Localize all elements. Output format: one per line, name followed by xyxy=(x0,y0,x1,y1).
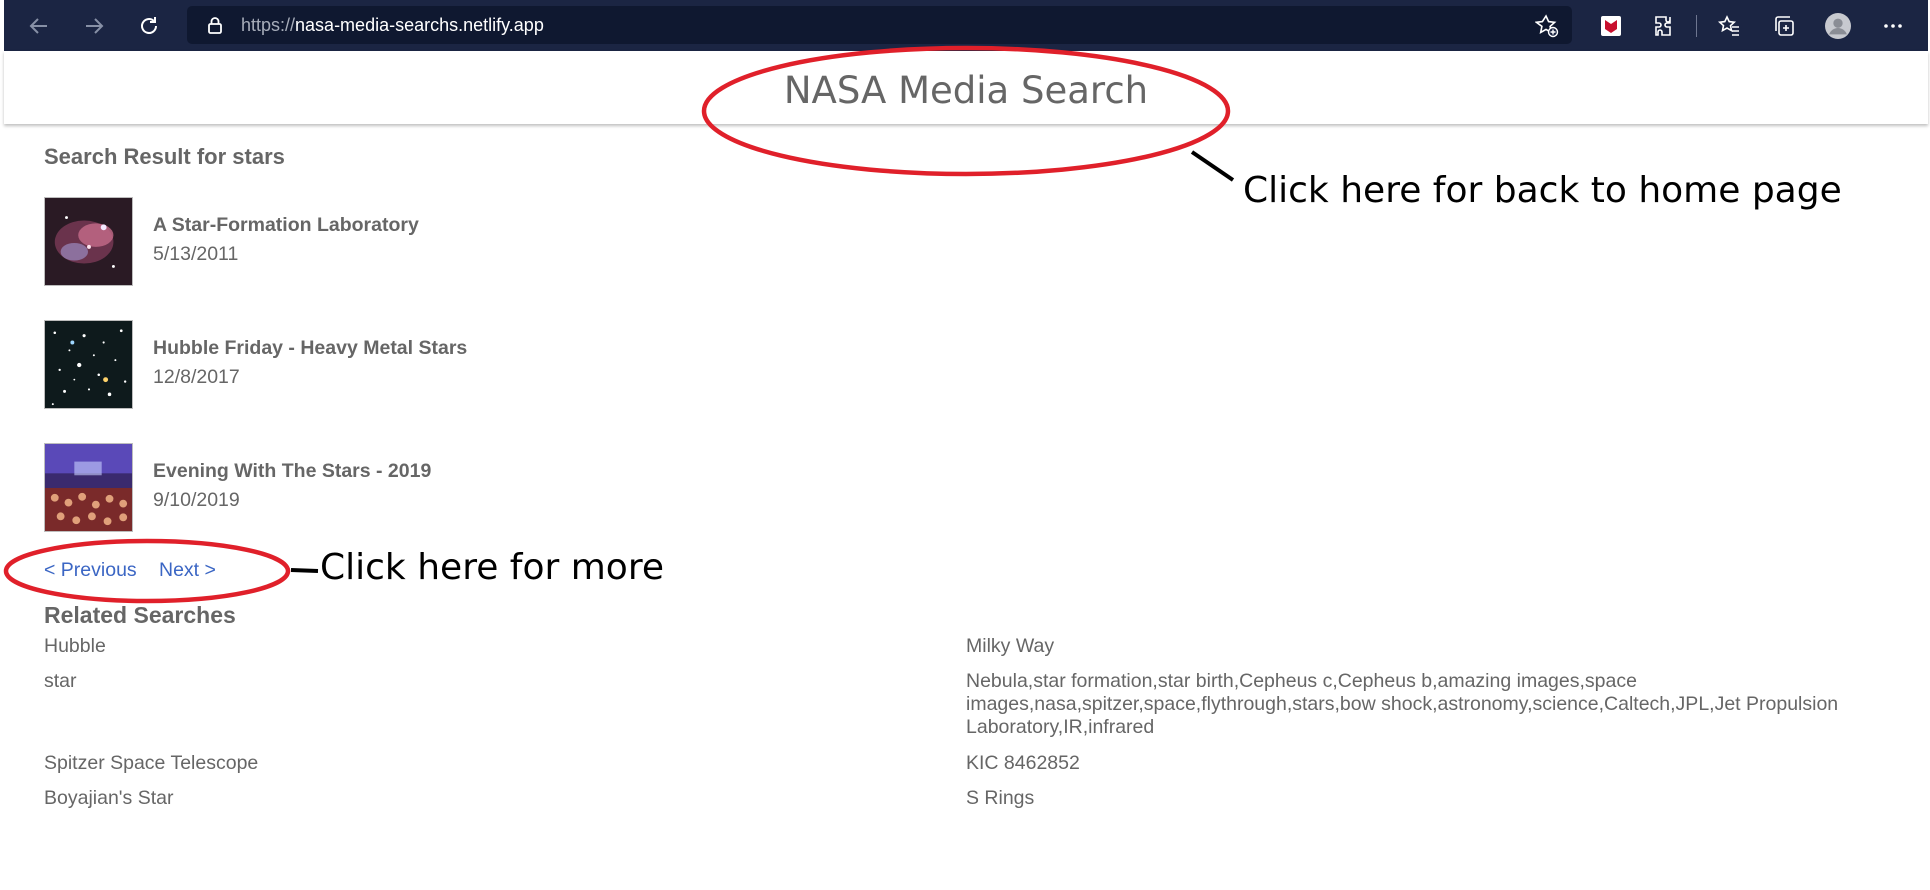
search-result-heading: Search Result for stars xyxy=(44,144,285,169)
extensions-icon[interactable] xyxy=(1652,13,1678,39)
related-search-link[interactable]: Spitzer Space Telescope xyxy=(44,752,258,775)
next-page-link[interactable]: Next > xyxy=(159,559,216,582)
related-search-link[interactable]: S Rings xyxy=(966,787,1034,810)
result-title[interactable]: Evening With The Stars - 2019 xyxy=(153,460,431,483)
related-search-link[interactable]: Hubble xyxy=(44,635,106,658)
result-date: 5/13/2011 xyxy=(153,243,239,265)
browser-toolbar: https://nasa-media-searchs.netlify.app xyxy=(4,0,1928,51)
collections-icon[interactable] xyxy=(1771,13,1797,39)
result-title[interactable]: Hubble Friday - Heavy Metal Stars xyxy=(153,337,467,360)
result-thumbnail[interactable] xyxy=(44,197,133,286)
address-bar[interactable]: https://nasa-media-searchs.netlify.app xyxy=(187,6,1572,44)
result-item[interactable]: Evening With The Stars - 2019 9/10/2019 xyxy=(44,443,644,533)
more-annotation-text: Click here for more xyxy=(320,547,664,588)
url-protocol: https:// xyxy=(241,15,296,35)
result-title[interactable]: A Star-Formation Laboratory xyxy=(153,214,419,237)
toolbar-separator xyxy=(1696,15,1697,37)
result-thumbnail[interactable] xyxy=(44,320,133,409)
home-annotation-text: Click here for back to home page xyxy=(1243,170,1842,211)
result-date: 9/10/2019 xyxy=(153,489,240,511)
previous-page-link[interactable]: < Previous xyxy=(44,559,137,582)
profile-icon[interactable] xyxy=(1825,13,1851,39)
related-search-link[interactable]: KIC 8462852 xyxy=(966,752,1080,775)
result-item[interactable]: A Star-Formation Laboratory 5/13/2011 xyxy=(44,197,644,287)
refresh-icon[interactable] xyxy=(136,13,162,39)
related-search-link[interactable]: star xyxy=(44,670,77,693)
related-search-link[interactable]: Milky Way xyxy=(966,635,1054,658)
result-thumbnail[interactable] xyxy=(44,443,133,532)
url-text[interactable]: https://nasa-media-searchs.netlify.app xyxy=(241,15,544,36)
site-title-home-link[interactable]: NASA Media Search xyxy=(4,69,1928,112)
related-searches-heading: Related Searches xyxy=(44,602,236,628)
home-pointer-line xyxy=(1190,150,1235,182)
favorites-icon[interactable] xyxy=(1716,13,1742,39)
related-search-link[interactable]: Boyajian's Star xyxy=(44,787,173,810)
lock-icon[interactable] xyxy=(207,16,223,39)
forward-icon[interactable] xyxy=(81,13,107,39)
more-icon[interactable] xyxy=(1880,13,1906,39)
result-date: 12/8/2017 xyxy=(153,366,240,388)
add-favorite-icon[interactable] xyxy=(1534,13,1560,39)
back-icon[interactable] xyxy=(26,13,52,39)
result-item[interactable]: Hubble Friday - Heavy Metal Stars 12/8/2… xyxy=(44,320,644,410)
more-pointer-line xyxy=(290,568,319,573)
related-search-link[interactable]: Nebula,star formation,star birth,Cepheus… xyxy=(966,670,1886,739)
mcafee-icon[interactable] xyxy=(1598,13,1624,39)
url-host: nasa-media-searchs.netlify.app xyxy=(295,15,544,35)
app-header: NASA Media Search xyxy=(4,51,1928,124)
